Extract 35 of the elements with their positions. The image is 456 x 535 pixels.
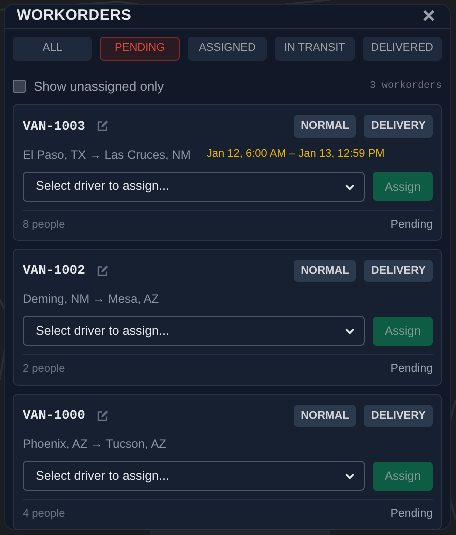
edit-icon[interactable] bbox=[97, 265, 110, 277]
filter-tab[interactable]: ASSIGNED bbox=[188, 36, 268, 60]
dialog-title: WORKORDERS bbox=[17, 6, 132, 26]
driver-select[interactable]: Select driver to assign... bbox=[23, 316, 365, 346]
workorder-id: VAN-1000 bbox=[23, 407, 86, 425]
route-text: Phoenix, AZ → Tucson, AZ bbox=[23, 436, 166, 453]
checkbox-label[interactable]: Show unassigned only bbox=[34, 76, 164, 96]
people-count: 2 people bbox=[23, 362, 66, 378]
driver-select[interactable]: Select driver to assign... bbox=[23, 172, 365, 202]
status-text: Pending bbox=[390, 218, 433, 232]
tag: DELIVERY bbox=[364, 404, 433, 427]
filter-tab[interactable]: ALL bbox=[13, 36, 92, 60]
status-text: Pending bbox=[390, 362, 433, 378]
people-count: 8 people bbox=[23, 218, 66, 232]
close-button[interactable]: ✕ bbox=[420, 8, 438, 25]
workorder-id: VAN-1003 bbox=[23, 118, 86, 136]
checkbox[interactable] bbox=[13, 80, 26, 93]
edit-icon[interactable] bbox=[97, 410, 110, 422]
tag: DELIVERY bbox=[364, 115, 433, 138]
route-text: El Paso, TX → Las Cruces, NM bbox=[23, 146, 191, 164]
workorder-count: 3 workorders bbox=[370, 80, 442, 94]
tag: NORMAL bbox=[294, 404, 356, 427]
filter-tab[interactable]: IN TRANSIT bbox=[275, 36, 355, 60]
filter-tab[interactable]: DELIVERED bbox=[362, 36, 442, 60]
edit-icon[interactable] bbox=[97, 120, 110, 132]
time-window: Jan 12, 6:00 AM – Jan 13, 12:59 PM bbox=[206, 146, 385, 163]
people-count: 4 people bbox=[23, 507, 66, 522]
tag: NORMAL bbox=[294, 260, 356, 282]
status-text: Pending bbox=[390, 507, 433, 522]
tag: DELIVERY bbox=[364, 260, 433, 282]
driver-select[interactable]: Select driver to assign... bbox=[23, 461, 365, 491]
workorder-id: VAN-1002 bbox=[23, 262, 86, 280]
tag: NORMAL bbox=[294, 115, 356, 138]
filter-tab[interactable]: PENDING bbox=[100, 36, 180, 60]
route-text: Deming, NM → Mesa, AZ bbox=[23, 291, 160, 308]
